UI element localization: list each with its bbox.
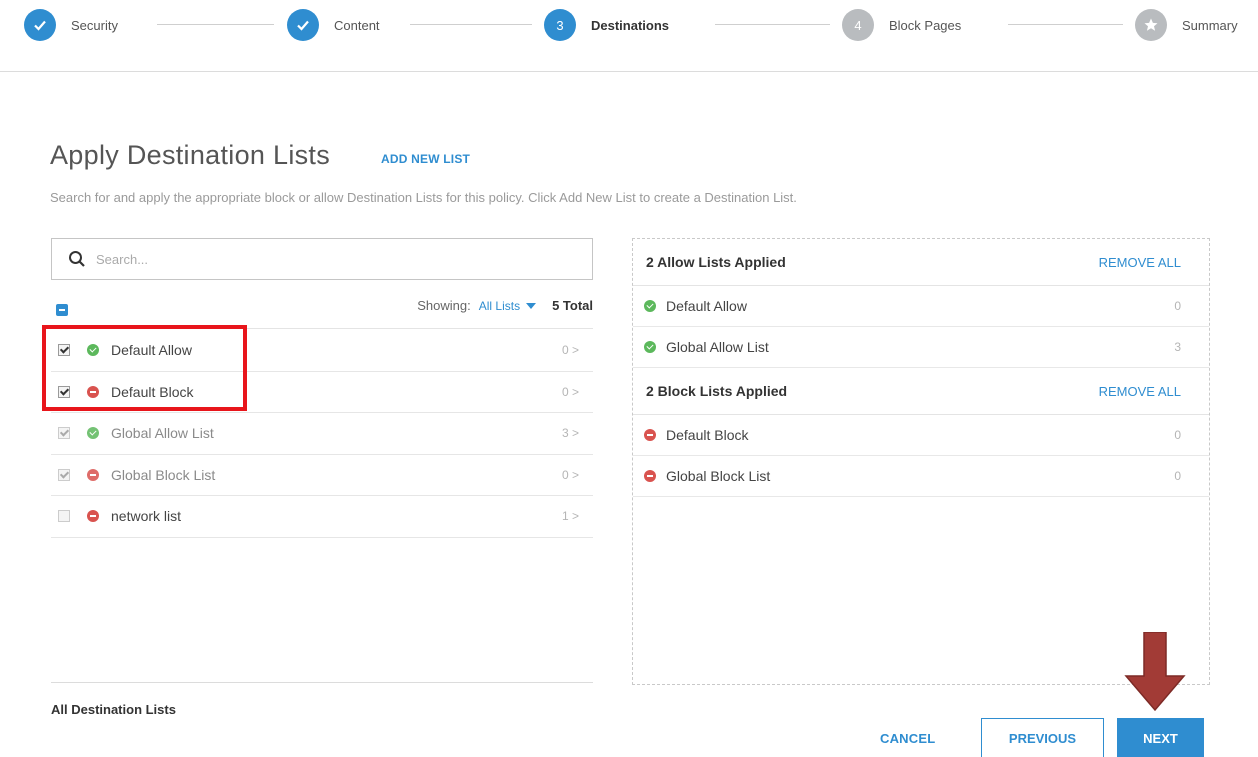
list-name: network list <box>111 508 182 525</box>
block-status-icon <box>644 470 656 482</box>
list-count[interactable]: 0 > <box>562 385 579 399</box>
applied-list-item: Default Block 0 <box>633 415 1209 456</box>
allow-status-icon <box>87 427 99 440</box>
step-number: 4 <box>842 9 874 41</box>
row-checkbox[interactable] <box>58 510 70 523</box>
progress-stepper: Security Content 3 Destinations 4 Block … <box>0 0 1258 72</box>
step-connector <box>715 24 830 25</box>
applied-list-count: 0 <box>1174 299 1181 313</box>
showing-filter: Showing: All Lists 5 Total <box>417 298 593 313</box>
block-status-icon <box>87 468 99 481</box>
search-input[interactable] <box>96 251 576 267</box>
step-number: 3 <box>544 9 576 41</box>
list-toolbar: Showing: All Lists 5 Total <box>51 291 593 329</box>
showing-label: Showing: <box>417 298 471 313</box>
list-count[interactable]: 3 > <box>562 426 579 440</box>
applied-list-item: Global Block List 0 <box>633 456 1209 497</box>
applied-list-count: 0 <box>1174 428 1181 442</box>
cancel-button[interactable]: CANCEL <box>880 731 935 746</box>
list-count[interactable]: 0 > <box>562 468 579 482</box>
applied-list-count: 3 <box>1174 340 1181 354</box>
step-connector <box>1008 24 1123 25</box>
down-arrow-icon <box>1124 632 1186 712</box>
list-item[interactable]: network list 1 > <box>51 496 593 538</box>
allow-lists-header: 2 Allow Lists Applied REMOVE ALL <box>633 239 1209 286</box>
step-content[interactable]: Content <box>287 9 380 41</box>
list-count[interactable]: 0 > <box>562 343 579 357</box>
showing-dropdown[interactable]: All Lists <box>479 299 520 313</box>
step-label: Summary <box>1182 17 1238 33</box>
step-destinations[interactable]: 3 Destinations <box>544 9 669 41</box>
step-label: Content <box>334 17 380 33</box>
check-icon <box>287 9 319 41</box>
step-summary[interactable]: Summary <box>1135 9 1238 41</box>
step-connector <box>157 24 274 25</box>
previous-button[interactable]: PREVIOUS <box>981 718 1104 757</box>
applied-list-item: Global Allow List 3 <box>633 327 1209 368</box>
divider <box>51 682 593 683</box>
step-label: Block Pages <box>889 17 962 33</box>
next-button[interactable]: NEXT <box>1117 718 1204 757</box>
row-checkbox[interactable] <box>58 427 70 440</box>
applied-list-item: Default Allow 0 <box>633 286 1209 327</box>
check-icon <box>24 9 56 41</box>
step-label: Security <box>71 17 118 33</box>
applied-list-name: Global Block List <box>666 468 771 484</box>
remove-all-allow-button[interactable]: REMOVE ALL <box>1099 255 1181 270</box>
list-name: Global Allow List <box>111 425 214 442</box>
applied-list-count: 0 <box>1174 469 1181 483</box>
step-block-pages[interactable]: 4 Block Pages <box>842 9 961 41</box>
block-status-icon <box>644 429 656 441</box>
search-box[interactable] <box>51 238 593 280</box>
total-count: 5 Total <box>552 298 593 313</box>
search-icon <box>69 251 85 267</box>
applied-list-name: Default Block <box>666 427 749 443</box>
allow-lists-title: 2 Allow Lists Applied <box>646 254 786 270</box>
remove-all-block-button[interactable]: REMOVE ALL <box>1099 384 1181 399</box>
block-status-icon <box>87 510 99 523</box>
allow-status-icon <box>644 300 656 312</box>
page-title: Apply Destination Lists <box>50 140 331 170</box>
list-name: Global Block List <box>111 466 216 483</box>
highlight-box <box>42 325 247 411</box>
allow-status-icon <box>644 341 656 353</box>
page-description: Search for and apply the appropriate blo… <box>50 190 797 205</box>
step-connector <box>410 24 532 25</box>
star-icon <box>1135 9 1167 41</box>
block-lists-title: 2 Block Lists Applied <box>646 383 788 399</box>
step-label: Destinations <box>591 17 670 33</box>
caret-down-icon[interactable] <box>526 302 537 309</box>
block-lists-header: 2 Block Lists Applied REMOVE ALL <box>633 368 1209 415</box>
row-checkbox[interactable] <box>58 468 70 481</box>
select-all-checkbox[interactable] <box>56 304 68 316</box>
step-security[interactable]: Security <box>24 9 118 41</box>
list-count[interactable]: 1 > <box>562 509 579 523</box>
applied-list-name: Default Allow <box>666 298 747 314</box>
list-item[interactable]: Global Allow List 3 > <box>51 413 593 455</box>
applied-lists-panel: 2 Allow Lists Applied REMOVE ALL Default… <box>632 238 1210 685</box>
applied-list-name: Global Allow List <box>666 339 769 355</box>
all-destination-lists-label: All Destination Lists <box>51 702 176 717</box>
list-item[interactable]: Global Block List 0 > <box>51 455 593 496</box>
add-new-list-link[interactable]: ADD NEW LIST <box>381 152 470 166</box>
